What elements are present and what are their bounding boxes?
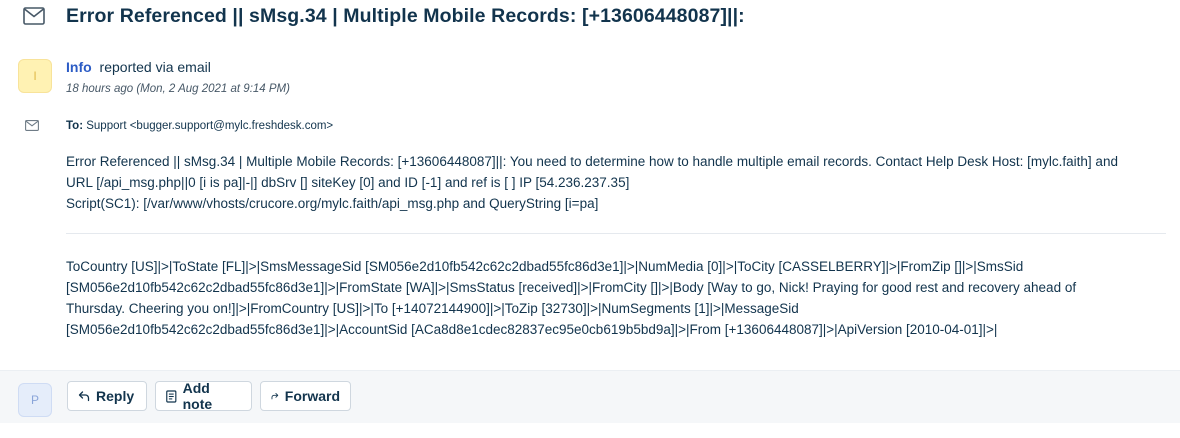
message-line: [SM056e2d10fb542c62c2dbad55fc86d3e1]|>|F…: [66, 280, 1077, 295]
recipient-label: To:: [66, 120, 84, 132]
message-timestamp: 18 hours ago (Mon, 2 Aug 2021 at 9:14 PM…: [66, 83, 290, 95]
message-line: [SM056e2d10fb542c62c2dbad55fc86d3e1]|>|A…: [66, 322, 998, 337]
mail-icon: [23, 7, 45, 25]
reporter-via-text: reported via email: [99, 59, 211, 75]
agent-avatar[interactable]: P: [18, 383, 52, 417]
message-body-paragraph-2: ToCountry [US]|>|ToState [FL]|>|SmsMessa…: [66, 256, 1166, 340]
message-line: Script(SC1): [/var/www/vhosts/crucore.or…: [66, 196, 599, 211]
reply-button-label: Reply: [96, 388, 135, 404]
note-icon: [166, 389, 177, 403]
recipient-line: To: Support <bugger.support@mylc.freshde…: [66, 120, 333, 132]
ticket-title: Error Referenced || sMsg.34 | Multiple M…: [66, 5, 745, 27]
ticket-header: Error Referenced || sMsg.34 | Multiple M…: [0, 0, 1180, 34]
message-divider: [66, 233, 1166, 234]
recipient-address: Support <bugger.support@mylc.freshdesk.c…: [86, 120, 334, 132]
message-line: Thursday. Cheering you on!]|>|FromCountr…: [66, 301, 799, 316]
message-body-paragraph-1: Error Referenced || sMsg.34 | Multiple M…: [66, 151, 1166, 214]
reply-arrow-icon: [78, 391, 90, 402]
reporter-line: Info reported via email: [66, 59, 211, 75]
message-line: Error Referenced || sMsg.34 | Multiple M…: [66, 154, 1118, 169]
add-note-button[interactable]: Add note: [155, 380, 252, 412]
forward-arrow-icon: [271, 392, 279, 400]
message-line: ToCountry [US]|>|ToState [FL]|>|SmsMessa…: [66, 259, 1024, 274]
add-note-button-label: Add note: [182, 380, 213, 412]
reporter-avatar[interactable]: I: [18, 59, 52, 93]
message-line: URL [/api_msg.php||0 [i is pa]|-|] dbSrv…: [66, 175, 630, 190]
recipient-mail-icon: [25, 120, 39, 131]
reply-toolbar: P Reply Add note Forward: [0, 370, 1180, 423]
forward-button[interactable]: Forward: [260, 381, 351, 411]
forward-button-label: Forward: [284, 388, 340, 404]
reporter-name-link[interactable]: Info: [66, 59, 92, 75]
reply-button[interactable]: Reply: [67, 381, 147, 411]
